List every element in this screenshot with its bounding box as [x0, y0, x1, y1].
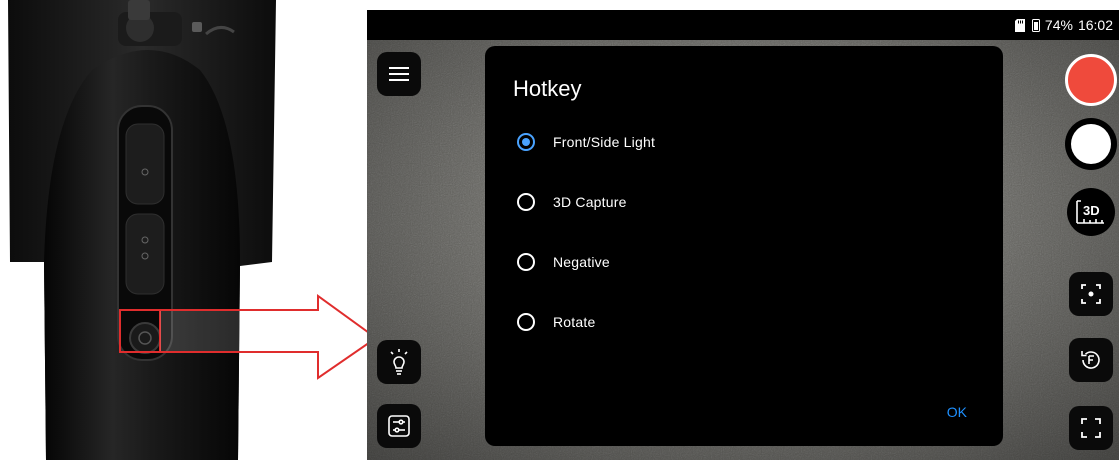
option-label: 3D Capture: [553, 194, 627, 210]
focus-icon: [1081, 284, 1101, 304]
flip-button[interactable]: [1069, 338, 1113, 382]
sliders-icon: [388, 415, 410, 437]
record-button[interactable]: [1065, 54, 1117, 106]
battery-icon: [1031, 18, 1040, 32]
fullscreen-button[interactable]: [1069, 406, 1113, 450]
svg-text:3D: 3D: [1083, 203, 1100, 218]
option-label: Front/Side Light: [553, 134, 656, 150]
3d-measure-icon: 3D: [1076, 200, 1104, 224]
3d-measure-button[interactable]: 3D: [1067, 188, 1115, 236]
phone-screen: 74% 16:02 3D Hotkey Front/Side Light 3D …: [367, 10, 1119, 460]
focus-button[interactable]: [1069, 272, 1113, 316]
radio-icon[interactable]: [517, 253, 535, 271]
capture-button[interactable]: [1065, 118, 1117, 170]
ok-button[interactable]: OK: [947, 404, 967, 420]
light-button[interactable]: [377, 340, 421, 384]
option-label: Rotate: [553, 314, 596, 330]
option-front-side-light[interactable]: Front/Side Light: [517, 130, 655, 154]
menu-icon: [389, 67, 409, 81]
fullscreen-icon: [1081, 418, 1101, 438]
radio-icon[interactable]: [517, 313, 535, 331]
flip-rotate-icon: [1081, 351, 1100, 369]
option-label: Negative: [553, 254, 610, 270]
shutter-icon: [1071, 124, 1111, 164]
radio-selected-icon[interactable]: [517, 133, 535, 151]
hotkey-dialog: Hotkey Front/Side Light 3D Capture Negat…: [485, 46, 1003, 446]
battery-percent: 74%: [1044, 17, 1073, 33]
status-indicators: 74% 16:02: [1014, 17, 1113, 33]
device-photo: [0, 0, 290, 460]
bulb-icon: [390, 349, 408, 375]
option-negative[interactable]: Negative: [517, 250, 610, 274]
option-3d-capture[interactable]: 3D Capture: [517, 190, 627, 214]
sd-card-icon: [1014, 18, 1025, 32]
callout-arrow: [119, 294, 378, 380]
option-rotate[interactable]: Rotate: [517, 310, 595, 334]
settings-button[interactable]: [377, 404, 421, 448]
clock: 16:02: [1077, 17, 1113, 33]
status-bar: 74% 16:02: [367, 10, 1119, 40]
dialog-title: Hotkey: [513, 76, 582, 101]
radio-icon[interactable]: [517, 193, 535, 211]
menu-button[interactable]: [377, 52, 421, 96]
